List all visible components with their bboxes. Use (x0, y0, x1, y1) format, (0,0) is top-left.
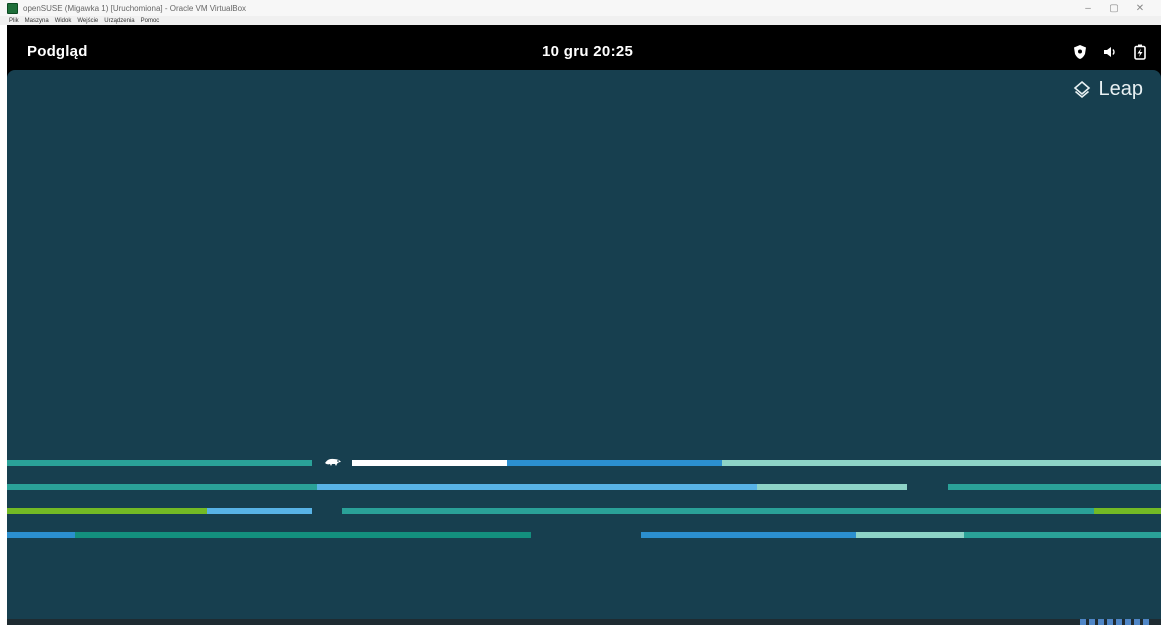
wallpaper-bar (641, 532, 856, 538)
wallpaper-bar (948, 484, 1161, 490)
close-button[interactable]: ✕ (1127, 3, 1153, 14)
wallpaper-bar (964, 532, 1161, 538)
display-status-icon[interactable] (1125, 619, 1131, 625)
battery-charging-icon (1134, 44, 1146, 60)
desktop-background: Leap (7, 70, 1161, 619)
volume-icon (1104, 47, 1115, 57)
host-menubar: Plik Maszyna Widok Wejście Urządzenia Po… (0, 16, 1161, 25)
menu-urzadzenia[interactable]: Urządzenia (101, 18, 137, 24)
gnome-top-bar: Podgląd 10 gru 20:25 (7, 25, 1161, 70)
mouse-integration-status-icon[interactable] (1143, 619, 1149, 625)
menu-wejscie[interactable]: Wejście (74, 18, 101, 24)
host-statusbar (7, 619, 1161, 625)
shared-folders-status-icon[interactable] (1116, 619, 1122, 625)
host-window-controls: – ▢ ✕ (1075, 0, 1153, 16)
menu-maszyna[interactable]: Maszyna (22, 18, 52, 24)
host-window-title: openSUSE (Migawka 1) [Uruchomiona] - Ora… (23, 3, 247, 13)
menu-pomoc[interactable]: Pomoc (138, 18, 163, 24)
wallpaper-bar (856, 532, 964, 538)
menu-widok[interactable]: Widok (52, 18, 75, 24)
wallpaper-bar (507, 460, 722, 466)
chameleon-icon (325, 458, 341, 466)
wallpaper-bar (75, 532, 531, 538)
wallpaper-bar (757, 484, 907, 490)
wallpaper-bar (317, 484, 757, 490)
wallpaper-bar (352, 460, 507, 466)
wallpaper-bar (7, 532, 75, 538)
network-status-icon[interactable] (1098, 619, 1104, 625)
menu-plik[interactable]: Plik (6, 18, 22, 24)
guest-display: Podgląd 10 gru 20:25 Leap (7, 25, 1161, 619)
activities-button[interactable]: Podgląd (27, 43, 88, 60)
wallpaper-bar (342, 508, 1094, 514)
system-tray[interactable] (1073, 44, 1147, 60)
maximize-button[interactable]: ▢ (1101, 3, 1127, 14)
storage-status-icon[interactable] (1080, 619, 1086, 625)
wallpaper-bar (722, 460, 1161, 466)
virtualbox-app-icon (7, 2, 18, 14)
usb-status-icon[interactable] (1107, 619, 1113, 625)
optical-drive-status-icon[interactable] (1089, 619, 1095, 625)
vm-status-icons[interactable] (1080, 619, 1149, 625)
wallpaper-bar (1094, 508, 1161, 514)
minimize-button[interactable]: – (1075, 3, 1101, 14)
wallpaper-bar (7, 460, 312, 466)
wallpaper-bar (7, 508, 207, 514)
wallpaper-bar (207, 508, 312, 514)
wallpaper-bar (7, 484, 317, 490)
wallpaper-bars (7, 70, 1161, 619)
clock[interactable]: 10 gru 20:25 (542, 43, 633, 60)
host-titlebar: openSUSE (Migawka 1) [Uruchomiona] - Ora… (0, 0, 1161, 16)
recording-status-icon[interactable] (1134, 619, 1140, 625)
shield-icon (1074, 45, 1086, 59)
